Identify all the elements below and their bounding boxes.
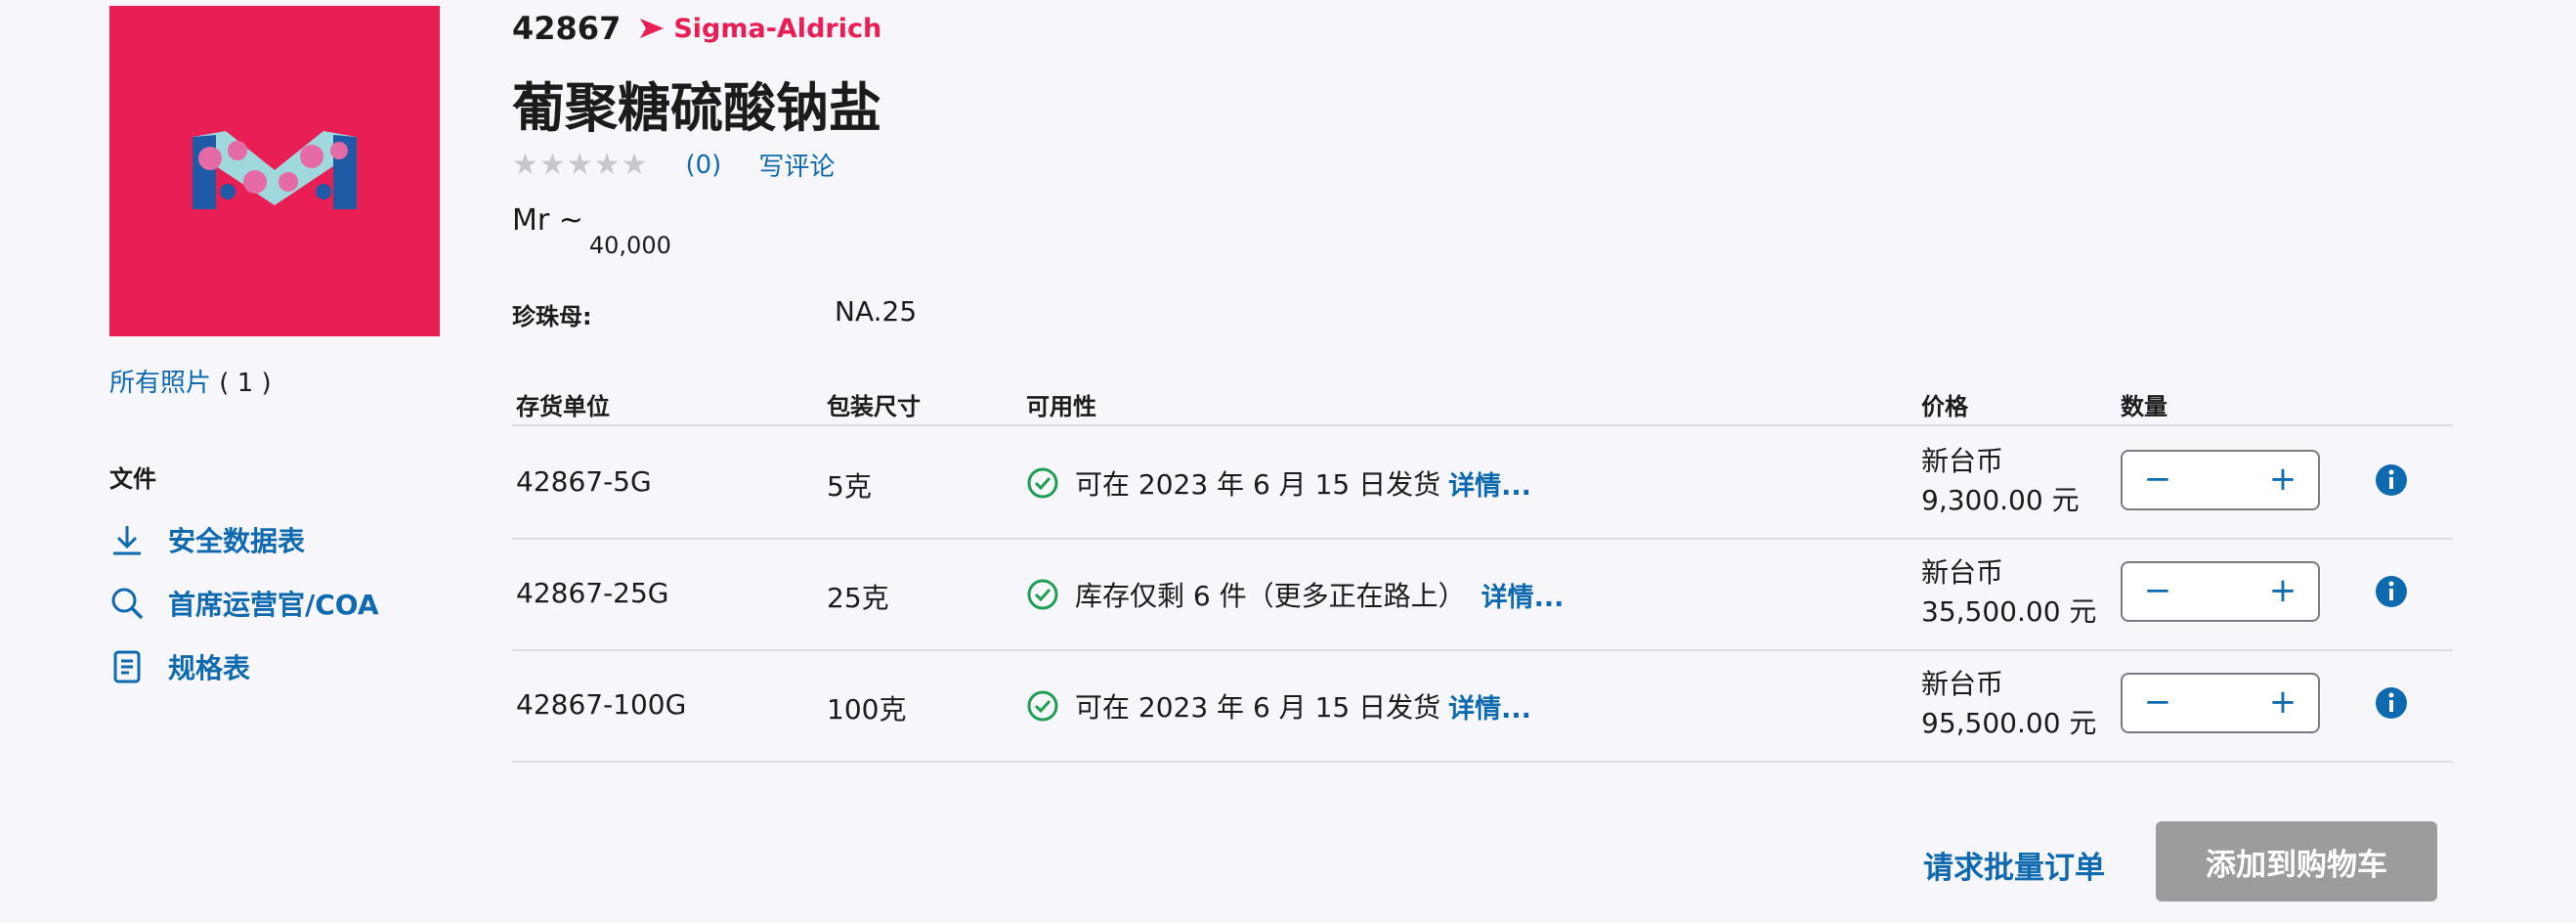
brand-logo[interactable]: Sigma-Aldrich bbox=[638, 14, 881, 44]
quantity-stepper[interactable]: − + bbox=[2121, 561, 2320, 622]
download-icon bbox=[113, 526, 141, 555]
row-price: 新台币 9,300.00 元 bbox=[1921, 442, 2080, 520]
search-icon bbox=[111, 588, 144, 620]
spec-label: 珍珠母: bbox=[512, 303, 592, 330]
brand-name: Sigma-Aldrich bbox=[673, 13, 882, 44]
quantity-stepper[interactable]: − + bbox=[2121, 673, 2320, 733]
check-circle-icon bbox=[1027, 579, 1058, 610]
header-quantity: 数量 bbox=[2121, 393, 2168, 420]
doc-coa[interactable]: 首席运营官/COA bbox=[109, 584, 379, 623]
doc-spec-sheet[interactable]: 规格表 bbox=[109, 647, 250, 686]
row-pack-size: 100克 bbox=[827, 693, 907, 725]
rating-count-link[interactable]: (0) bbox=[685, 151, 721, 180]
all-photos-link[interactable]: 所有照片 ( 1 ) bbox=[109, 363, 440, 399]
doc-safety-datasheet[interactable]: 安全数据表 bbox=[109, 520, 305, 559]
doc-label[interactable]: 安全数据表 bbox=[168, 520, 305, 559]
info-icon[interactable] bbox=[2375, 686, 2408, 720]
documents-title: 文件 bbox=[109, 465, 156, 493]
sku-number: 42867 bbox=[512, 10, 622, 47]
quantity-stepper[interactable]: − + bbox=[2121, 450, 2320, 510]
check-circle-icon bbox=[1027, 690, 1058, 722]
molecular-weight: Mr ~40,000 bbox=[512, 203, 671, 259]
details-link[interactable]: 详情... bbox=[1448, 687, 1531, 725]
left-column: 所有照片 ( 1 ) bbox=[109, 6, 440, 399]
increment-button[interactable]: + bbox=[2263, 460, 2302, 499]
table-header: 存货单位 包装尺寸 可用性 价格 数量 bbox=[512, 383, 2453, 426]
product-title: 葡聚糖硫酸钠盐 bbox=[512, 77, 881, 139]
row-availability: 可在 2023 年 6 月 15 日发货 详情... bbox=[1026, 463, 1531, 503]
rating-row: ★★★★★ (0) 写评论 bbox=[512, 147, 835, 183]
brand-arrow-icon bbox=[640, 19, 665, 38]
spec-value: NA.25 bbox=[835, 295, 918, 328]
availability-text: 可在 2023 年 6 月 15 日发货 bbox=[1075, 691, 1441, 724]
rating-stars: ★★★★★ bbox=[512, 148, 649, 182]
all-photos-count: ( 1 ) bbox=[219, 369, 272, 398]
row-price: 新台币 35,500.00 元 bbox=[1921, 553, 2096, 632]
header-sku: 存货单位 bbox=[516, 393, 610, 420]
header-price: 价格 bbox=[1921, 393, 1968, 420]
info-icon[interactable] bbox=[2375, 575, 2408, 608]
doc-label[interactable]: 首席运营官/COA bbox=[168, 584, 379, 623]
row-pack-size: 25克 bbox=[827, 582, 889, 614]
mr-value: 40,000 bbox=[588, 232, 671, 259]
all-photos-label[interactable]: 所有照片 bbox=[109, 369, 211, 398]
check-circle-icon bbox=[1027, 467, 1058, 499]
row-availability: 可在 2023 年 6 月 15 日发货 详情... bbox=[1026, 686, 1531, 725]
document-icon bbox=[113, 650, 141, 683]
add-to-cart-button[interactable]: 添加到购物车 bbox=[2156, 821, 2437, 901]
table-row: 42867-5G 5克 可在 2023 年 6 月 15 日发货 详情... 新… bbox=[512, 426, 2453, 540]
row-sku: 42867-5G bbox=[516, 465, 652, 498]
info-icon[interactable] bbox=[2375, 463, 2408, 497]
product-image[interactable] bbox=[109, 6, 440, 336]
row-sku: 42867-100G bbox=[516, 688, 687, 721]
sku-line: 42867 Sigma-Aldrich bbox=[512, 10, 881, 47]
row-sku: 42867-25G bbox=[516, 577, 669, 609]
availability-text: 可在 2023 年 6 月 15 日发货 bbox=[1075, 468, 1441, 501]
row-price: 新台币 95,500.00 元 bbox=[1921, 665, 2096, 743]
doc-label[interactable]: 规格表 bbox=[168, 647, 250, 686]
table-row: 42867-100G 100克 可在 2023 年 6 月 15 日发货 详情.… bbox=[512, 649, 2453, 763]
price-value: 95,500.00 元 bbox=[1921, 707, 2097, 739]
availability-text: 库存仅剩 6 件（更多正在路上） bbox=[1075, 580, 1466, 612]
bulk-order-link[interactable]: 请求批量订单 bbox=[1923, 843, 2105, 887]
price-currency: 新台币 bbox=[1921, 668, 2004, 700]
price-value: 9,300.00 元 bbox=[1921, 484, 2080, 516]
decrement-button[interactable]: − bbox=[2138, 460, 2177, 499]
row-availability: 库存仅剩 6 件（更多正在路上） 详情... bbox=[1026, 575, 1564, 614]
price-value: 35,500.00 元 bbox=[1921, 595, 2097, 628]
merck-logo bbox=[193, 131, 357, 209]
mr-label: Mr ~ bbox=[512, 203, 583, 238]
write-review-link[interactable]: 写评论 bbox=[758, 147, 835, 183]
details-link[interactable]: 详情... bbox=[1448, 464, 1531, 503]
price-currency: 新台币 bbox=[1921, 556, 2004, 589]
increment-button[interactable]: + bbox=[2263, 682, 2302, 722]
details-link[interactable]: 详情... bbox=[1481, 576, 1565, 614]
decrement-button[interactable]: − bbox=[2138, 571, 2177, 610]
header-availability: 可用性 bbox=[1026, 393, 1096, 420]
decrement-button[interactable]: − bbox=[2138, 682, 2177, 722]
row-pack-size: 5克 bbox=[827, 470, 872, 503]
header-pack-size: 包装尺寸 bbox=[827, 393, 921, 420]
increment-button[interactable]: + bbox=[2263, 571, 2302, 610]
table-row: 42867-25G 25克 库存仅剩 6 件（更多正在路上） 详情... 新台币… bbox=[512, 538, 2453, 651]
price-currency: 新台币 bbox=[1921, 445, 2004, 477]
